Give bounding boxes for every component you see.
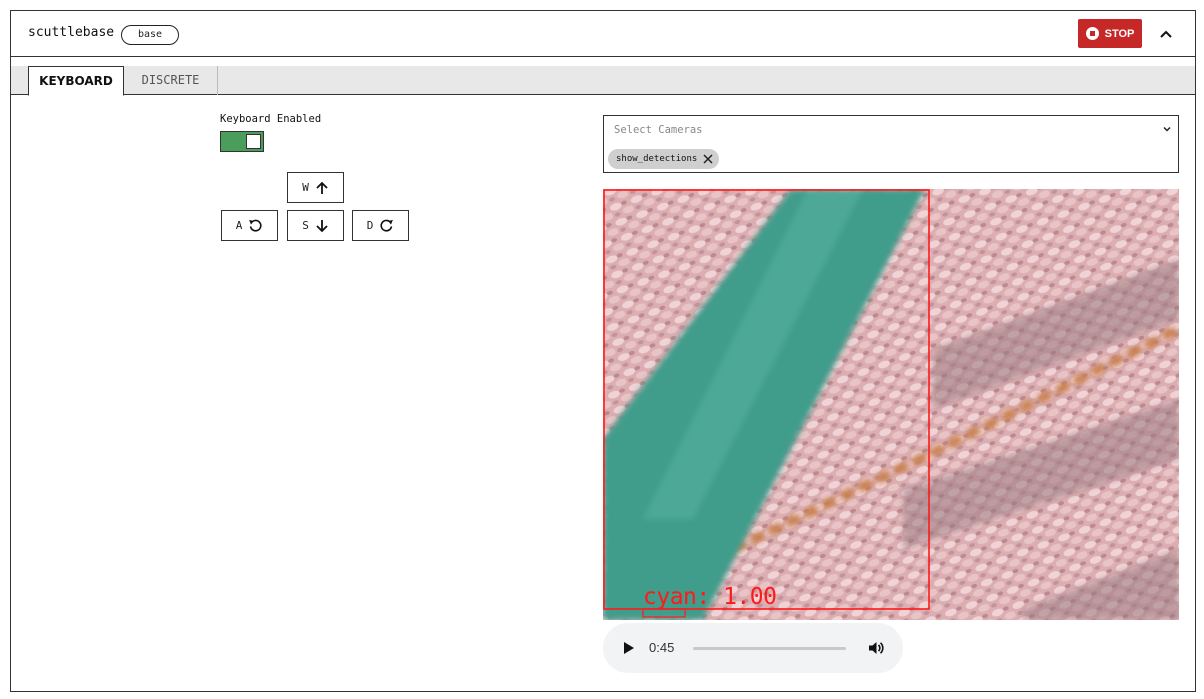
robot-name: scuttlebase: [28, 25, 115, 40]
rotate-right-icon: [380, 219, 394, 232]
tab-discrete[interactable]: DISCRETE: [124, 66, 218, 95]
arrow-up-icon: [316, 181, 328, 194]
key-w-button[interactable]: W: [287, 172, 344, 203]
key-s-button[interactable]: S: [287, 210, 344, 241]
camera-chip: show_detections: [608, 149, 720, 169]
camera-select-placeholder: Select Cameras: [614, 124, 703, 136]
key-d-label: D: [366, 219, 374, 232]
key-w-label: W: [302, 181, 309, 194]
stop-icon: [1085, 27, 1099, 40]
arrow-down-icon: [316, 219, 328, 232]
rotate-left-icon: [249, 219, 262, 232]
close-icon: [703, 154, 713, 164]
key-a-label: A: [235, 219, 243, 232]
stop-button-label: STOP: [1104, 27, 1135, 40]
volume-icon[interactable]: [867, 639, 885, 657]
robot-control-card: scuttlebase base STOP KEYBOARD DISCRETE …: [10, 10, 1196, 692]
seek-bar[interactable]: [693, 647, 846, 650]
tab-keyboard[interactable]: KEYBOARD: [28, 66, 124, 96]
camera-chip-label: show_detections: [616, 154, 698, 164]
camera-feed: cyan: 1.00: [603, 189, 1179, 620]
camera-select[interactable]: Select Cameras show_detections: [603, 115, 1179, 173]
remove-camera-button[interactable]: [702, 153, 714, 165]
control-tabs: KEYBOARD DISCRETE: [11, 66, 1195, 96]
keyboard-enabled-toggle[interactable]: [220, 131, 264, 152]
robot-type-badge: base: [121, 25, 179, 45]
toggle-knob: [246, 134, 261, 149]
key-d-button[interactable]: D: [352, 210, 409, 241]
key-s-label: S: [302, 219, 309, 232]
play-icon[interactable]: [621, 641, 635, 655]
chevron-down-icon[interactable]: [1162, 124, 1172, 134]
collapse-button[interactable]: [1154, 22, 1178, 46]
card-header: scuttlebase base STOP: [11, 11, 1195, 57]
chevron-up-icon: [1160, 30, 1172, 38]
camera-frame: [603, 189, 1179, 620]
playback-time: 0:45: [649, 640, 675, 655]
audio-player: 0:45: [603, 623, 903, 673]
keyboard-enabled-label: Keyboard Enabled: [220, 113, 322, 125]
key-a-button[interactable]: A: [221, 210, 278, 241]
stop-button[interactable]: STOP: [1078, 19, 1142, 48]
detection-label: cyan: 1.00: [643, 584, 777, 610]
